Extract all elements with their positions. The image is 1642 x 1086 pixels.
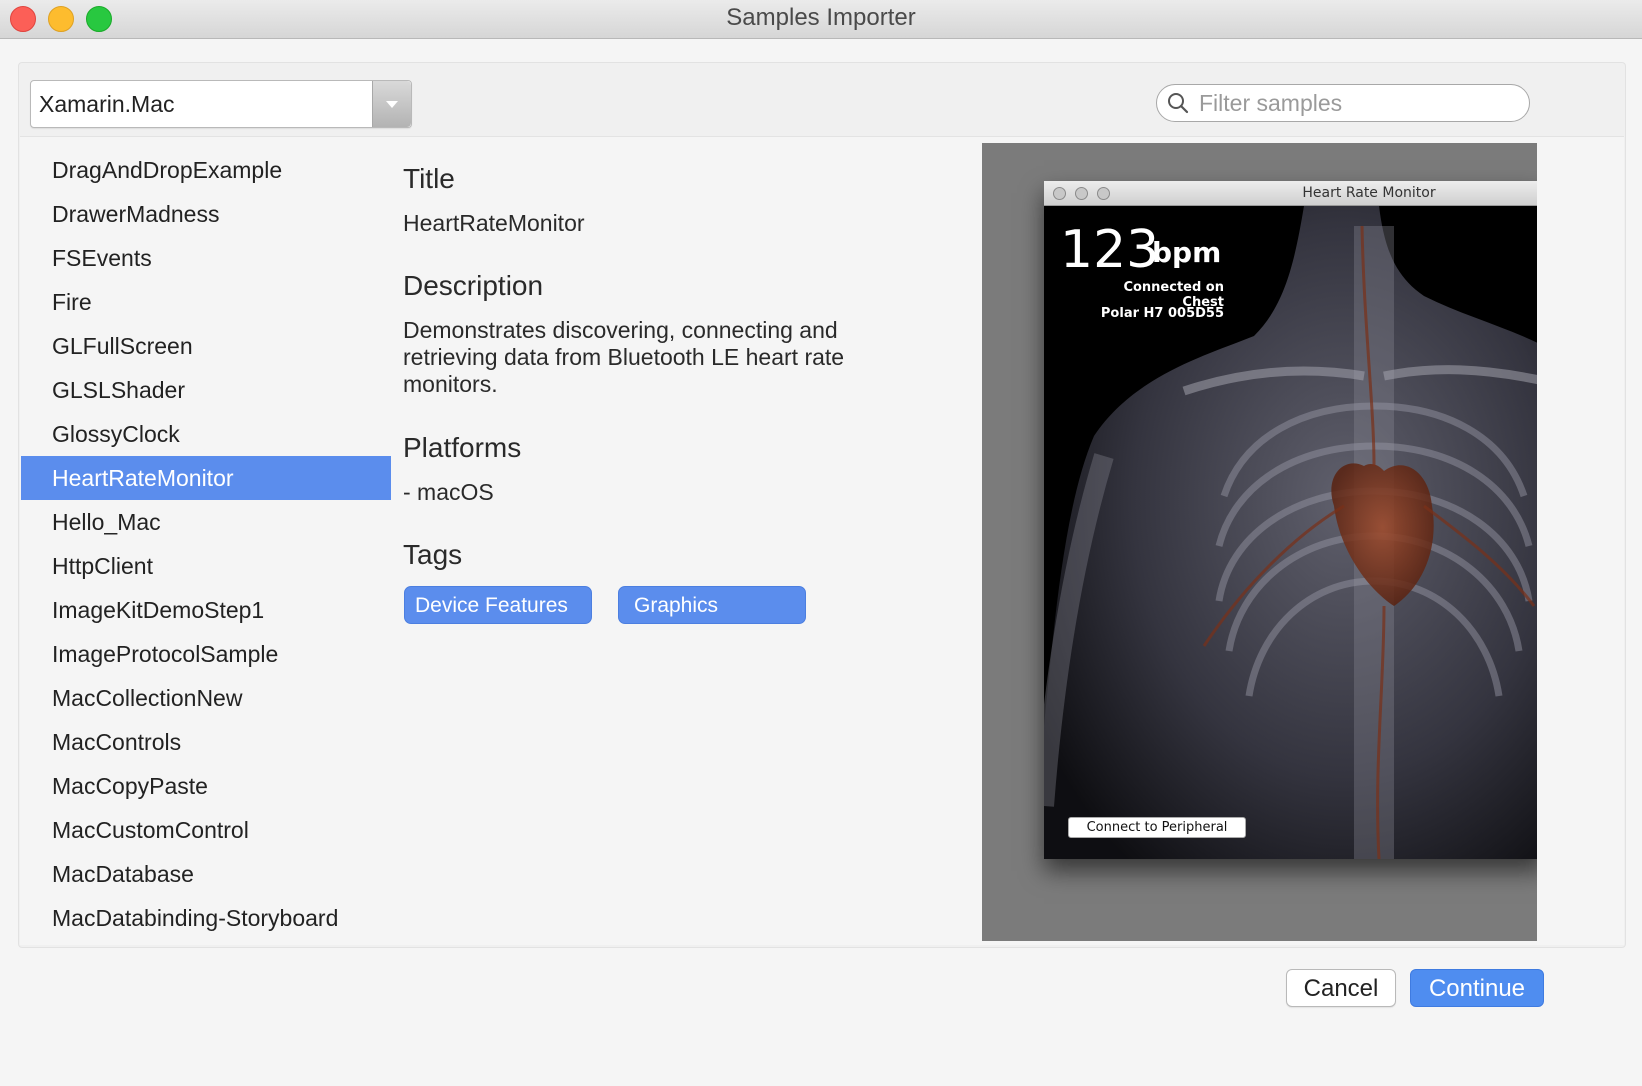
sample-list-item[interactable]: MacCopyPaste — [21, 764, 391, 808]
sample-list-item[interactable]: DrawerMadness — [21, 192, 391, 236]
platforms-value: - macOS — [403, 479, 494, 505]
sample-list-item[interactable]: MacCollectionNew — [21, 676, 391, 720]
bpm-unit: bpm — [1152, 236, 1222, 269]
title-value: HeartRateMonitor — [403, 210, 585, 236]
search-icon — [1168, 93, 1189, 114]
tag-graphics[interactable]: Graphics — [618, 586, 806, 624]
filter-samples-input[interactable] — [1197, 88, 1521, 118]
platform-selected-value: Xamarin.Mac — [39, 91, 175, 117]
sample-list-item[interactable]: HttpClient — [21, 544, 391, 588]
filter-samples-search[interactable] — [1156, 84, 1530, 122]
bpm-value: 123 — [1060, 220, 1160, 280]
window-title: Samples Importer — [726, 4, 916, 31]
dropdown-toggle-button[interactable] — [372, 81, 411, 127]
sample-list-item[interactable]: MacDatabinding-Storyboard — [21, 896, 391, 940]
tag-device-features[interactable]: Device Features — [404, 586, 592, 624]
tags-heading: Tags — [403, 539, 463, 570]
sample-preview-image: Heart Rate Monitor 123 bpm Connected on … — [982, 143, 1537, 941]
sample-list-item[interactable]: GlossyClock — [21, 412, 391, 456]
sample-list-item[interactable]: MacDatabase — [21, 852, 391, 896]
sample-list-item[interactable]: GLFullScreen — [21, 324, 391, 368]
platform-dropdown[interactable]: Xamarin.Mac — [30, 80, 412, 128]
sample-list-item[interactable]: FSEvents — [21, 236, 391, 280]
preview-app-window: Heart Rate Monitor 123 bpm Connected on … — [1044, 181, 1537, 859]
preview-window-title: Heart Rate Monitor — [1302, 185, 1436, 201]
preview-title-bar: Heart Rate Monitor — [1044, 181, 1537, 206]
sample-list-item[interactable]: ImageKitDemoStep1 — [21, 588, 391, 632]
sample-list-item[interactable]: Hello_Mac — [21, 500, 391, 544]
continue-button[interactable]: Continue — [1410, 969, 1544, 1007]
device-name: Polar H7 005D55 — [1100, 306, 1224, 321]
chevron-down-icon — [386, 101, 398, 108]
sample-list-item[interactable]: Fire — [21, 280, 391, 324]
platforms-heading: Platforms — [403, 432, 522, 463]
description-heading: Description — [403, 270, 544, 301]
sample-list-item[interactable]: DragAndDropExample — [21, 148, 391, 192]
connect-to-peripheral-button: Connect to Peripheral — [1068, 817, 1246, 838]
title-bar: Samples Importer — [0, 0, 1642, 39]
sample-list-item[interactable]: MacControls — [21, 720, 391, 764]
sample-list: DragAndDropExample DrawerMadness FSEvent… — [21, 148, 391, 944]
preview-body: 123 bpm Connected on Chest Polar H7 005D… — [1044, 206, 1537, 859]
samples-importer-window: Samples Importer Xamarin.Mac DragAndDrop… — [0, 0, 1642, 1086]
sample-list-item[interactable]: MacCustomControl — [21, 808, 391, 852]
sample-list-item[interactable]: ImageProtocolSample — [21, 632, 391, 676]
cancel-button[interactable]: Cancel — [1286, 969, 1396, 1007]
sample-list-item-selected[interactable]: HeartRateMonitor — [21, 456, 391, 500]
sample-list-item[interactable]: GLSLShader — [21, 368, 391, 412]
description-value: Demonstrates discovering, connecting and… — [403, 317, 845, 397]
title-heading: Title — [403, 163, 455, 194]
